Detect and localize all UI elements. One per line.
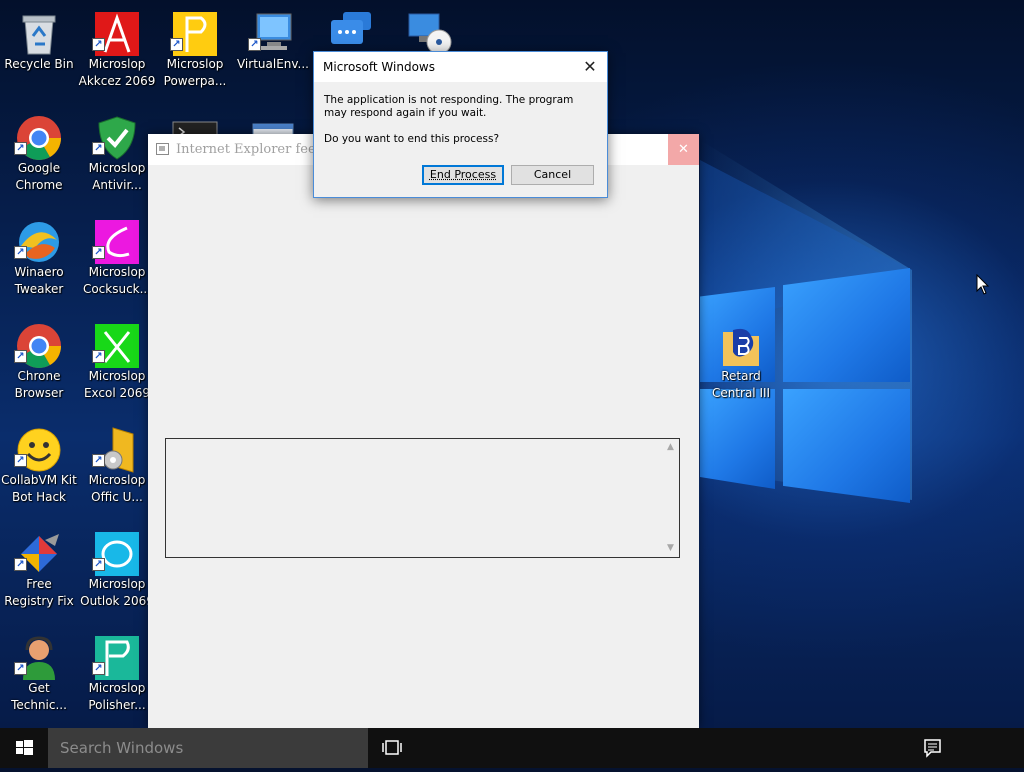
shortcut-arrow-icon: ↗ — [248, 38, 261, 51]
dialog-close-button[interactable]: ✕ — [577, 54, 603, 80]
desktop-icon-microslop-outlok[interactable]: ↗ Microslop Outlok 2069 — [78, 524, 156, 624]
mouse-cursor-icon — [976, 274, 990, 296]
shortcut-arrow-icon: ↗ — [92, 662, 105, 675]
desktop-icon-winaero-tweaker[interactable]: ↗ Winaero Tweaker — [0, 212, 78, 312]
shortcut-arrow-icon: ↗ — [14, 558, 27, 571]
icon-label: Winaero Tweaker — [0, 264, 78, 298]
icon-label: Google Chrome — [0, 160, 78, 194]
action-center-button[interactable] — [912, 728, 952, 768]
task-view-icon — [372, 728, 412, 768]
shortcut-arrow-icon: ↗ — [92, 558, 105, 571]
icon-label: Microslop Antivir... — [78, 160, 156, 194]
close-icon: ✕ — [583, 57, 596, 76]
desktop-icon-chrone-browser[interactable]: ↗ Chrone Browser — [0, 316, 78, 416]
shortcut-arrow-icon: ↗ — [14, 350, 27, 363]
desktop-icon-retard-central[interactable]: Retard Central III — [702, 316, 780, 416]
desktop-icon-recycle-bin[interactable]: Recycle Bin — [0, 4, 78, 104]
vertical-scrollbar[interactable]: ▲ ▼ — [662, 439, 679, 557]
logo-pane-top-right — [783, 268, 910, 382]
desktop-icon-microslop-offic[interactable]: ↗ Microslop Offic U... — [78, 420, 156, 520]
close-button[interactable]: ✕ — [668, 134, 699, 165]
end-process-label: End Process — [430, 168, 496, 181]
dialog-message: The application is not responding. The p… — [324, 94, 594, 120]
cancel-button[interactable]: Cancel — [511, 165, 594, 185]
logo-pane-bottom-right — [783, 389, 910, 503]
icon-label: Chrone Browser — [0, 368, 78, 402]
shortcut-arrow-icon: ↗ — [92, 246, 105, 259]
taskbar: Search Windows — [0, 728, 1024, 768]
dialog-titlebar[interactable]: Microsoft Windows ✕ — [314, 52, 607, 82]
shortcut-arrow-icon: ↗ — [14, 454, 27, 467]
not-responding-dialog[interactable]: Microsoft Windows ✕ The application is n… — [313, 51, 608, 198]
scroll-down-icon[interactable]: ▼ — [662, 540, 679, 557]
icon-label: Microslop Polisher... — [78, 680, 156, 714]
icon-label: Retard Central III — [702, 368, 780, 402]
icon-label: Recycle Bin — [0, 56, 78, 73]
desktop-icon-microslop-antivir[interactable]: ↗ Microslop Antivir... — [78, 108, 156, 208]
desktop-icon-microslop-cocksuck[interactable]: ↗ Microslop Cocksuck... — [78, 212, 156, 312]
notifications-icon — [912, 728, 952, 768]
search-input[interactable]: Search Windows — [48, 728, 368, 768]
shortcut-arrow-icon: ↗ — [92, 350, 105, 363]
icon-label: Get Technic... — [0, 680, 78, 714]
recycle-bin-icon — [15, 10, 63, 58]
shortcut-arrow-icon: ↗ — [170, 38, 183, 51]
window-title: Internet Explorer feedb — [176, 142, 332, 157]
scroll-up-icon[interactable]: ▲ — [662, 439, 679, 456]
shortcut-arrow-icon: ↗ — [92, 38, 105, 51]
dialog-question: Do you want to end this process? — [324, 133, 499, 145]
start-button[interactable] — [0, 728, 48, 768]
icon-label: Microslop Excol 2069 — [78, 368, 156, 402]
window-app-icon — [156, 143, 169, 155]
desktop-icon-microslop-polisher[interactable]: ↗ Microslop Polisher... — [78, 628, 156, 728]
desktop-icon-get-technic[interactable]: ↗ Get Technic... — [0, 628, 78, 728]
icon-label: Microslop Powerpa... — [156, 56, 234, 90]
shortcut-arrow-icon: ↗ — [14, 246, 27, 259]
icon-label: Microslop Akkcez 2069 — [78, 56, 156, 90]
desktop-icon-virtualenv[interactable]: ↗ VirtualEnv... — [234, 4, 312, 104]
shortcut-arrow-icon: ↗ — [92, 454, 105, 467]
ie-feedback-window[interactable]: Internet Explorer feedb ✕ ▲ ▼ — [148, 134, 699, 728]
end-process-button[interactable]: End Process — [422, 165, 504, 185]
task-view-button[interactable] — [372, 728, 412, 768]
desktop-icon-google-chrome[interactable]: ↗ Google Chrome — [0, 108, 78, 208]
search-placeholder: Search Windows — [60, 739, 183, 757]
desktop-icon-microslop-excol[interactable]: ↗ Microslop Excol 2069 — [78, 316, 156, 416]
close-icon: ✕ — [678, 142, 689, 157]
icon-label: Free Registry Fix — [0, 576, 78, 610]
icon-label: Microslop Cocksuck... — [78, 264, 156, 298]
desktop-icon-free-registry-fix[interactable]: ↗ Free Registry Fix — [0, 524, 78, 624]
icon-label: Microslop Offic U... — [78, 472, 156, 506]
shortcut-arrow-icon: ↗ — [92, 142, 105, 155]
icon-label: Microslop Outlok 2069 — [78, 576, 156, 610]
desktop-icon-microslop-powerpa[interactable]: ↗ Microslop Powerpa... — [156, 4, 234, 104]
folder-icon — [717, 322, 765, 370]
icon-label: CollabVM Kit Bot Hack — [0, 472, 78, 506]
icon-label: VirtualEnv... — [234, 56, 312, 73]
desktop-icon-microslop-akkcez[interactable]: ↗ Microslop Akkcez 2069 — [78, 4, 156, 104]
shortcut-arrow-icon: ↗ — [14, 142, 27, 155]
shortcut-arrow-icon: ↗ — [14, 662, 27, 675]
dialog-title: Microsoft Windows — [323, 60, 435, 74]
desktop-icon-collabvm-kit[interactable]: ↗ CollabVM Kit Bot Hack — [0, 420, 78, 520]
feedback-textarea[interactable]: ▲ ▼ — [165, 438, 680, 558]
windows-logo-icon — [0, 728, 48, 768]
